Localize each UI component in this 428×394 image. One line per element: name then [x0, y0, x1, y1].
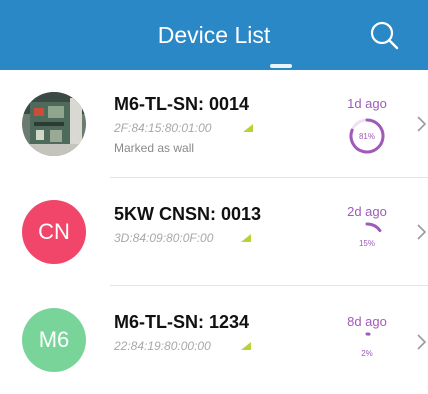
last-seen: 2d ago	[347, 204, 387, 219]
capacity-gauge: 2%	[361, 332, 373, 358]
device-photo	[22, 92, 86, 156]
page-title: Device List	[157, 22, 271, 48]
avatar-initials: M6	[38, 327, 70, 352]
device-row[interactable]: M6 M6-TL-SN: 1234 22:84:19:80:00:00 8d a…	[0, 286, 428, 394]
app-header: Device List	[0, 0, 428, 70]
search-icon	[370, 21, 399, 50]
signal-icon	[241, 342, 251, 350]
device-initials-avatar: M6	[22, 308, 86, 372]
last-seen: 1d ago	[347, 96, 387, 111]
device-name: M6-TL-SN: 0014	[114, 94, 250, 114]
search-button[interactable]	[366, 18, 402, 54]
device-note: Marked as wall	[114, 141, 195, 155]
device-mac: 3D:84:09:80:0F:00	[114, 231, 214, 245]
device-mac: 22:84:19:80:00:00	[114, 339, 211, 353]
device-photo-avatar	[22, 92, 86, 156]
signal-icon	[241, 234, 251, 242]
gauge-arc	[365, 222, 382, 233]
chevron-right-icon[interactable]	[414, 114, 428, 134]
device-list: M6-TL-SN: 0014 2F:84:15:80:01:00 Marked …	[0, 70, 428, 394]
device-mac: 2F:84:15:80:01:00	[114, 121, 212, 135]
capacity-gauge: 81%	[349, 118, 385, 154]
device-row[interactable]: CN 5KW CNSN: 0013 3D:84:09:80:0F:00 2d a…	[0, 178, 428, 286]
last-seen: 8d ago	[347, 314, 387, 329]
gauge-label: 81%	[359, 132, 375, 141]
signal-icon	[243, 124, 253, 132]
gauge-label: 15%	[359, 239, 375, 248]
title-indicator	[270, 64, 292, 68]
chevron-right-icon[interactable]	[414, 222, 428, 242]
gauge-label: 2%	[361, 349, 373, 358]
capacity-gauge: 15%	[359, 222, 382, 248]
avatar-initials: CN	[38, 219, 70, 244]
device-initials-avatar: CN	[22, 200, 86, 264]
device-name: 5KW CNSN: 0013	[114, 204, 262, 224]
device-name: M6-TL-SN: 1234	[114, 312, 250, 332]
chevron-right-icon[interactable]	[414, 332, 428, 352]
device-row[interactable]: M6-TL-SN: 0014 2F:84:15:80:01:00 Marked …	[0, 70, 428, 178]
